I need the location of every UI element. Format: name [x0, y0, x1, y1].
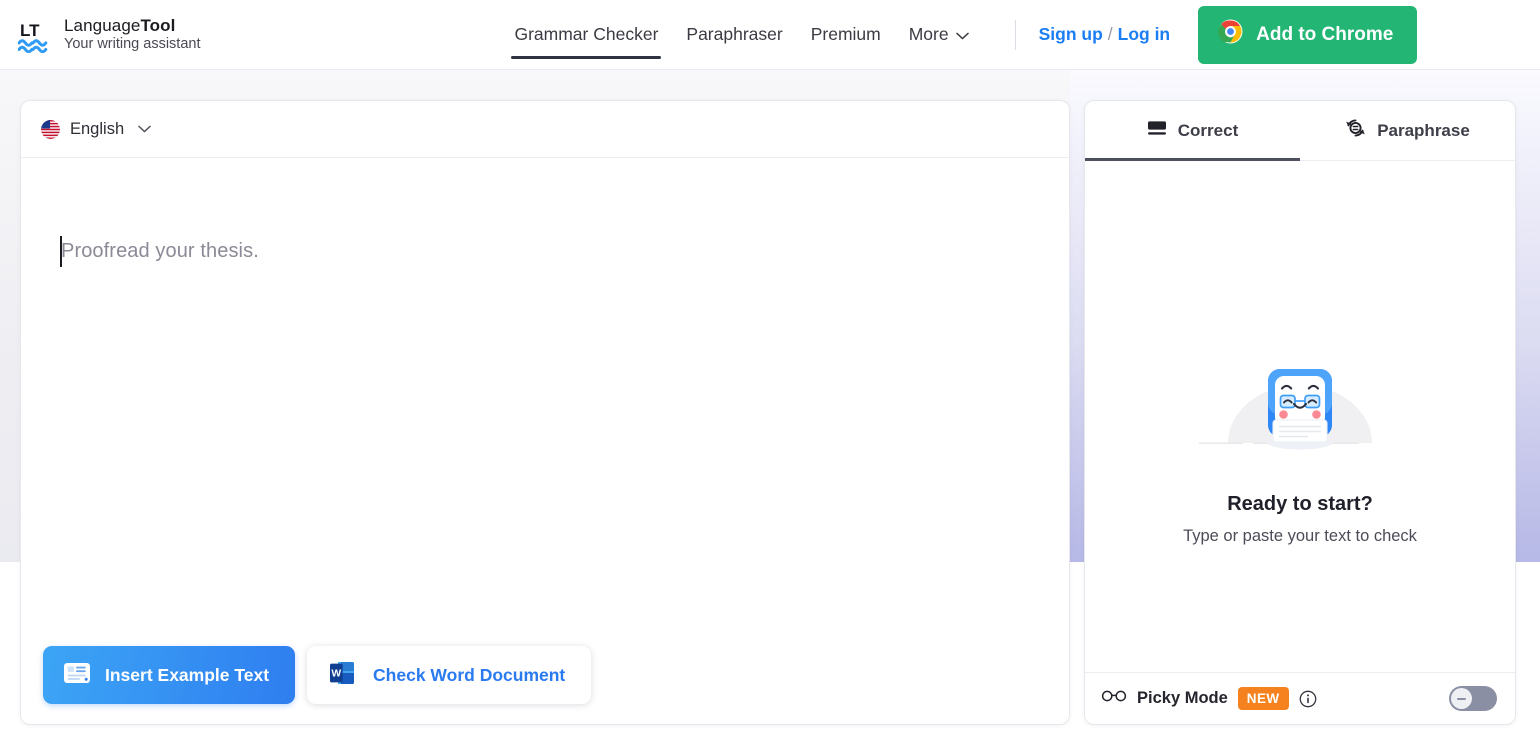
- tab-correct[interactable]: Correct: [1085, 101, 1300, 161]
- auth-links: Sign up / Log in: [1015, 24, 1171, 45]
- toggle-knob: [1451, 688, 1472, 709]
- brand-text: LanguageTool Your writing assistant: [64, 16, 200, 53]
- sign-up-link[interactable]: Sign up: [1039, 24, 1103, 45]
- nav-item-label: Grammar Checker: [514, 24, 659, 44]
- robot-mascot-illustration-icon: [1195, 357, 1405, 457]
- svg-text:LT: LT: [20, 21, 40, 40]
- text-editor[interactable]: Proofread your thesis. Insert Example Te…: [21, 158, 1069, 724]
- log-in-link[interactable]: Log in: [1118, 24, 1170, 45]
- editor-placeholder: Proofread your thesis.: [61, 240, 259, 262]
- empty-state: Ready to start? Type or paste your text …: [1085, 357, 1515, 546]
- correct-underline-icon: [1147, 120, 1167, 141]
- nav-item-label: More: [908, 24, 949, 44]
- language-selector[interactable]: English: [21, 101, 1069, 158]
- us-flag-icon: [41, 119, 60, 139]
- auth-separator: /: [1107, 24, 1113, 44]
- minus-icon: [1457, 697, 1466, 700]
- empty-state-title: Ready to start?: [1227, 493, 1373, 515]
- editor-action-buttons: Insert Example Text W Check Word Documen…: [43, 646, 592, 704]
- brand-name-light: Language: [64, 15, 141, 35]
- document-lines-icon: [63, 661, 91, 690]
- nav-item-more[interactable]: More: [895, 0, 983, 70]
- panel-body: Ready to start? Type or paste your text …: [1085, 161, 1515, 672]
- nav-item-paraphraser[interactable]: Paraphraser: [672, 0, 796, 70]
- panel-tabs: Correct Paraphrase: [1085, 101, 1515, 161]
- chevron-down-icon: [138, 120, 151, 138]
- tab-correct-label: Correct: [1177, 120, 1239, 140]
- brand-name-bold: Tool: [140, 15, 176, 35]
- insert-example-text-button[interactable]: Insert Example Text: [43, 646, 296, 704]
- nav-item-label: Paraphraser: [686, 24, 783, 44]
- word-doc-icon: W: [327, 658, 357, 693]
- insert-example-text-label: Insert Example Text: [105, 664, 270, 685]
- add-to-chrome-button[interactable]: Add to Chrome: [1198, 5, 1418, 64]
- brand-tagline: Your writing assistant: [64, 36, 201, 53]
- nav-item-grammar-checker[interactable]: Grammar Checker: [500, 0, 672, 70]
- lt-wave-logo-icon: LT: [17, 17, 52, 53]
- main-nav: Grammar Checker Paraphraser Premium More: [500, 0, 982, 70]
- picky-mode-new-badge: NEW: [1237, 687, 1289, 710]
- picky-mode-toggle[interactable]: [1449, 686, 1497, 711]
- tab-paraphrase[interactable]: Paraphrase: [1300, 101, 1515, 160]
- editor-panel: English Proofread your thesis. Insert Ex…: [20, 100, 1070, 725]
- assistant-panel: Correct Paraphrase Ready to start? Type …: [1084, 100, 1516, 725]
- svg-text:W: W: [331, 668, 341, 679]
- info-circle-icon[interactable]: [1299, 690, 1317, 708]
- nav-item-premium[interactable]: Premium: [797, 0, 895, 70]
- glasses-icon: [1101, 689, 1127, 708]
- site-header: LT LanguageTool Your writing assistant G…: [0, 0, 1540, 70]
- nav-item-label: Premium: [810, 24, 881, 44]
- chevron-down-icon: [955, 24, 969, 45]
- add-to-chrome-label: Add to Chrome: [1256, 23, 1394, 45]
- brand-logo-group[interactable]: LT LanguageTool Your writing assistant: [0, 16, 200, 53]
- language-label: English: [70, 119, 125, 138]
- check-word-document-label: Check Word Document: [373, 664, 566, 685]
- chrome-icon: [1218, 19, 1243, 50]
- paraphrase-refresh-icon: [1345, 118, 1366, 143]
- brand-name: LanguageTool: [64, 16, 200, 36]
- picky-mode-row: Picky Mode NEW: [1085, 672, 1515, 724]
- check-word-document-button[interactable]: W Check Word Document: [307, 646, 592, 704]
- empty-state-subtitle: Type or paste your text to check: [1183, 527, 1417, 545]
- tab-paraphrase-label: Paraphrase: [1377, 120, 1470, 140]
- picky-mode-label: Picky Mode: [1137, 689, 1228, 707]
